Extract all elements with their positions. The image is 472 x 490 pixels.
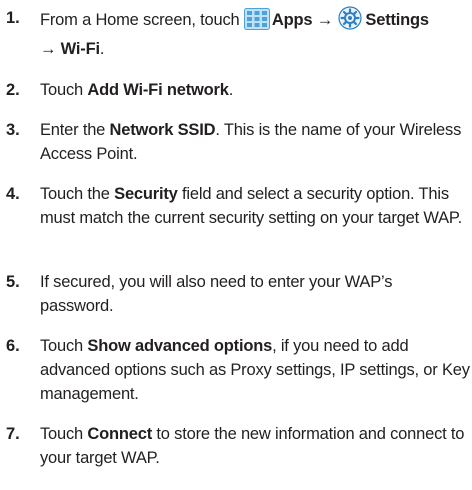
security-label: Security: [114, 185, 178, 203]
step-text-part: Touch the: [40, 185, 115, 203]
apps-grid-icon: [243, 8, 270, 37]
show-advanced-options-label: Show advanced options: [87, 337, 273, 355]
step-text-part: Touch: [40, 425, 88, 443]
step-number: 7.: [6, 425, 20, 443]
step-text: From a Home screen, touch Apps → Setting…: [40, 6, 470, 61]
apps-label: Apps: [271, 11, 313, 29]
connect-label: Connect: [87, 425, 153, 443]
step-text: Touch Connect to store the new informati…: [40, 422, 470, 470]
step-text: If secured, you will also need to enter …: [40, 270, 470, 318]
step-number: 2.: [6, 81, 20, 99]
step-text-part: Touch: [40, 81, 88, 99]
step-number: 3.: [6, 121, 20, 139]
step-text-part: Enter the: [40, 121, 110, 139]
step-number: 6.: [6, 337, 20, 355]
instruction-list: 1. From a Home screen, touch Apps → Sett…: [0, 0, 472, 490]
wifi-label: → Wi-Fi: [40, 40, 100, 58]
settings-gear-icon: [337, 6, 363, 37]
step-text: Touch Add Wi-Fi network.: [40, 78, 470, 102]
step-text-part: Touch: [40, 337, 88, 355]
network-ssid-label: Network SSID: [109, 121, 216, 139]
step-text-part: From a Home screen, touch: [40, 11, 244, 29]
settings-label: Settings: [365, 11, 429, 29]
step-number: 5.: [6, 273, 20, 291]
add-wifi-network-label: Add Wi-Fi network: [87, 81, 229, 99]
step-text-part: .: [228, 81, 234, 99]
arrow: →: [312, 11, 338, 29]
step-number: 4.: [6, 185, 20, 203]
step-text: Enter the Network SSID. This is the name…: [40, 118, 470, 166]
step-text-part: If secured, you will also need to enter …: [40, 273, 393, 315]
step-text: Touch Show advanced options, if you need…: [40, 334, 470, 406]
step-number: 1.: [6, 9, 20, 27]
step-text: Touch the Security field and select a se…: [40, 182, 470, 230]
step-text-part: .: [99, 40, 105, 58]
